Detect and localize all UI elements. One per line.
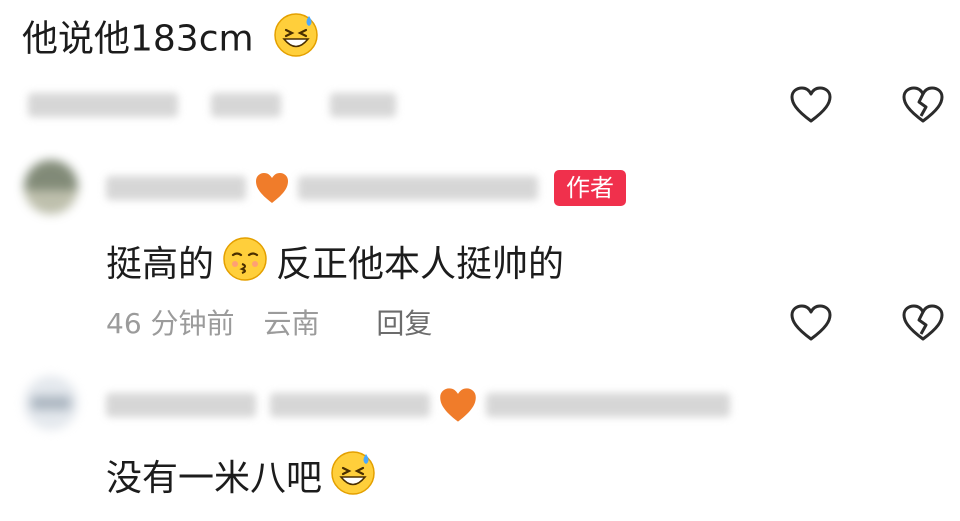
orange-heart-icon: [256, 173, 288, 203]
comment-1-text: 他说他183cm: [22, 18, 254, 60]
reply-2-text: 没有一米八吧: [106, 457, 323, 499]
reply-1-text-part2: 反正他本人挺帅的: [276, 243, 565, 285]
reply-1-time: 46 分钟前: [106, 307, 235, 340]
reply-target-obscured: [270, 393, 430, 417]
reply-button[interactable]: 回复: [376, 307, 432, 340]
like-button-2[interactable]: [788, 300, 834, 346]
username-obscured[interactable]: [106, 393, 256, 417]
username-obscured[interactable]: [106, 176, 246, 200]
reply-2-content: 没有一米八吧: [106, 450, 376, 507]
dislike-button-2[interactable]: [900, 300, 946, 346]
reply-1-location: 云南: [263, 307, 320, 340]
comment-1-meta-obscured: [28, 93, 397, 121]
user-note-obscured: [298, 176, 538, 200]
author-badge: 作者: [554, 170, 626, 206]
broken-heart-icon: [902, 86, 944, 123]
kissing-closed-eyes-emoji-icon: [222, 236, 268, 293]
dislike-button-1[interactable]: [900, 82, 946, 128]
reply-1-text-part1: 挺高的: [106, 243, 215, 285]
sweat-smile-emoji-icon: [330, 450, 376, 507]
reply-2-header: [106, 383, 730, 427]
user-note-obscured: [486, 393, 730, 417]
orange-heart-icon: [440, 388, 476, 422]
comment-1: 他说他183cm: [22, 12, 319, 69]
reply-1-content: 挺高的 反正他本人挺帅的: [106, 236, 564, 293]
heart-outline-icon: [790, 86, 832, 123]
sweat-smile-emoji-icon: [273, 12, 319, 69]
like-button-1[interactable]: [788, 82, 834, 128]
heart-outline-icon: [790, 304, 832, 341]
reply-1-meta: 46 分钟前 云南 回复: [106, 307, 432, 341]
broken-heart-icon: [902, 304, 944, 341]
reply-1-header: 作者: [106, 168, 626, 208]
avatar[interactable]: [24, 160, 78, 214]
avatar[interactable]: [24, 376, 78, 430]
